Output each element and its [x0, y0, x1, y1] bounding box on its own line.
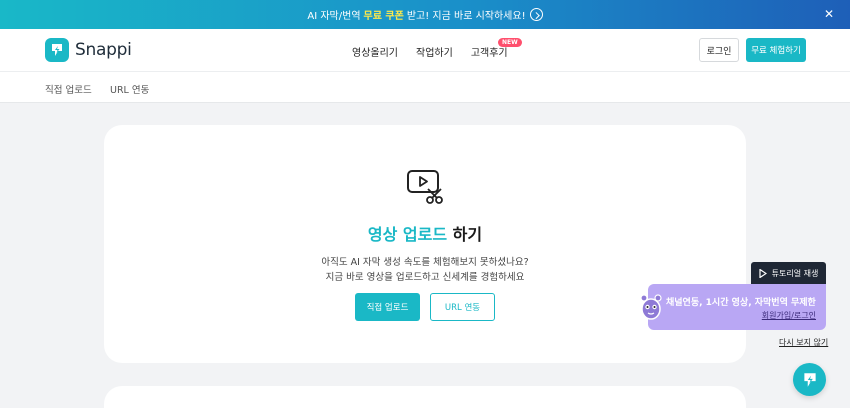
login-button[interactable]: 로그인 [699, 38, 739, 62]
new-badge: NEW [498, 38, 522, 47]
snappi-chat-icon [803, 372, 816, 387]
second-card [104, 386, 746, 408]
dismiss-link[interactable]: 다시 보지 않기 [779, 337, 828, 348]
banner-highlight: 무료 쿠폰 [363, 11, 404, 22]
card-title: 영상 업로드 하기 [104, 221, 746, 245]
nav-work[interactable]: 작업하기 [416, 44, 453, 59]
card-title-accent: 영상 업로드 [367, 225, 448, 244]
snappi-logo-icon [45, 38, 69, 62]
desc-line-2: 지금 바로 영상을 업로드하고 신세계를 경험하세요 [325, 272, 525, 283]
main-header: Snappi 영상올리기 작업하기 고객후기 NEW 로그인 무료 체험하기 [0, 29, 850, 72]
card-description: 아직도 AI 자막 생성 속도를 체험해보지 못하셨나요? 지금 바로 영상을 … [104, 255, 746, 285]
url-link-button[interactable]: URL 연동 [430, 293, 495, 321]
main-nav: 영상올리기 작업하기 고객후기 [352, 44, 508, 59]
sub-nav: 직접 업로드 URL 연동 [0, 72, 850, 103]
arrow-circle-icon[interactable] [529, 8, 543, 21]
banner-text-before: AI 자막/번역 [307, 11, 361, 22]
logo-text: Snappi [75, 40, 132, 60]
logo[interactable]: Snappi [45, 38, 132, 62]
card-title-rest: 하기 [452, 225, 483, 244]
chat-fab-button[interactable] [793, 363, 826, 396]
play-icon [759, 268, 767, 278]
nav-upload-video[interactable]: 영상올리기 [352, 44, 398, 59]
desc-line-1: 아직도 AI 자막 생성 속도를 체험해보지 못하셨나요? [321, 257, 529, 268]
subnav-url-link[interactable]: URL 연동 [110, 82, 149, 96]
promo-text: 채널연동, 1시간 영상, 자막번역 무제한 [666, 298, 816, 308]
video-cut-icon [406, 168, 444, 210]
close-icon[interactable]: ✕ [824, 7, 834, 21]
promo-banner[interactable]: AI 자막/번역 무료 쿠폰 받고! 지금 바로 시작하세요! ✕ [0, 0, 850, 29]
mascot-icon [638, 292, 664, 326]
banner-text-after: 받고! 지금 바로 시작하세요! [406, 11, 526, 22]
tutorial-label: 튜토리얼 재생 [771, 268, 819, 278]
subnav-direct-upload[interactable]: 직접 업로드 [45, 82, 92, 96]
signup-login-link[interactable]: 회원가입/로그인 [762, 310, 816, 321]
tutorial-play-button[interactable]: 튜토리얼 재생 [751, 262, 826, 284]
direct-upload-button[interactable]: 직접 업로드 [355, 293, 420, 321]
free-trial-button[interactable]: 무료 체험하기 [746, 38, 806, 62]
promo-popup[interactable]: 채널연동, 1시간 영상, 자막번역 무제한 회원가입/로그인 [648, 284, 826, 330]
